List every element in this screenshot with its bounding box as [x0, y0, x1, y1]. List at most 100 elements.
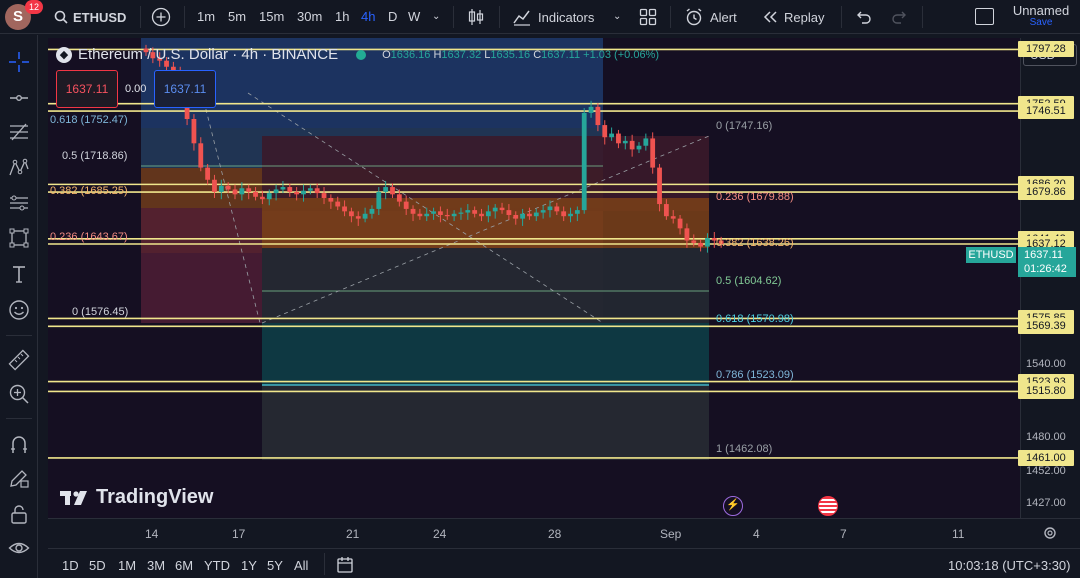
lightning-event-icon[interactable]: ⚡ — [723, 496, 743, 516]
divider — [670, 6, 671, 28]
replay-button[interactable]: Replay — [762, 7, 824, 27]
fib-left-label-05: 0.5 (1718.86) — [62, 150, 128, 162]
range-3m[interactable]: 3M — [147, 558, 165, 573]
range-5d[interactable]: 5D — [89, 558, 106, 573]
fib-left-label-0: 0 (1576.45) — [72, 306, 129, 318]
add-symbol-button[interactable] — [151, 7, 171, 27]
fib-right-label-0618: 0.618 (1570.98) — [716, 313, 794, 325]
symbol-label: ETHUSD — [73, 9, 127, 25]
calendar-icon — [337, 557, 353, 573]
chart-type-button[interactable] — [466, 7, 486, 27]
candle-body — [479, 213, 484, 217]
range-5y[interactable]: 5Y — [267, 558, 283, 573]
emoji-tool[interactable] — [6, 297, 32, 323]
layout-name-button[interactable]: Unnamed Save — [1006, 3, 1076, 28]
text-tool[interactable] — [6, 261, 32, 287]
pattern-tool[interactable] — [6, 155, 32, 181]
chart-settings-button[interactable] — [1042, 525, 1058, 541]
candle-body — [424, 213, 430, 217]
interval-1m[interactable]: 1m — [197, 7, 215, 27]
candle-body — [547, 206, 553, 211]
candle-body — [383, 187, 389, 192]
fib-left-label-0236: 0.236 (1643.67) — [50, 231, 128, 243]
interval-w[interactable]: W — [408, 7, 420, 27]
lock-tool[interactable] — [6, 501, 32, 527]
trend-line-tool[interactable] — [6, 85, 32, 111]
plus-circle-icon — [151, 7, 171, 27]
interval-5m[interactable]: 5m — [228, 7, 246, 27]
redo-button[interactable] — [891, 8, 909, 26]
candle-body — [205, 167, 211, 180]
divider — [184, 6, 185, 28]
c-label: C — [533, 48, 542, 61]
candle-body — [225, 185, 231, 190]
magnet-tool[interactable] — [6, 431, 32, 457]
tradingview-logo-icon — [60, 490, 87, 505]
market-status-icon — [356, 49, 367, 60]
ohlc-values: O1636.16 H1637.32 L1635.16 C1637.11 +1.0… — [382, 49, 659, 61]
candle-body — [410, 208, 416, 214]
o-label: O — [382, 48, 391, 61]
shapes-tool[interactable] — [6, 225, 32, 251]
range-6m[interactable]: 6M — [175, 558, 193, 573]
visibility-tool[interactable] — [6, 535, 32, 561]
candle-body — [581, 112, 587, 211]
fib-right-zone-teal — [262, 323, 709, 385]
fullscreen-button[interactable] — [975, 8, 994, 25]
chart-pane[interactable]: ◆ Ethereum / U.S. Dollar · 4h · BINANCE … — [48, 38, 1020, 518]
alert-button[interactable]: Alert — [684, 7, 737, 27]
candle-body — [444, 214, 450, 217]
buy-button[interactable]: 1637.11 — [154, 70, 216, 108]
save-label: Save — [1029, 17, 1053, 28]
interval-4h[interactable]: 4h — [361, 7, 375, 27]
chart-canvas[interactable] — [48, 38, 1020, 518]
fib-tool[interactable] — [6, 119, 32, 145]
symbol-search[interactable]: ETHUSD — [54, 7, 126, 27]
candle-body — [513, 214, 519, 219]
indicators-button[interactable]: Indicators — [512, 7, 594, 27]
candle-body — [643, 138, 649, 146]
measure-tool[interactable] — [6, 347, 32, 373]
buy-price: 1637.11 — [163, 82, 207, 96]
interval-dropdown-chevron-icon[interactable]: ⌄ — [432, 7, 440, 27]
range-1y[interactable]: 1Y — [241, 558, 257, 573]
candle-body — [266, 193, 272, 200]
current-price: 1637.11 — [1024, 249, 1063, 261]
interval-15m[interactable]: 15m — [259, 7, 284, 27]
candle-body — [636, 145, 642, 150]
crosshair-tool[interactable] — [6, 49, 32, 75]
candle-body — [472, 210, 478, 214]
range-ytd[interactable]: YTD — [204, 558, 230, 573]
crosshair-icon — [9, 52, 29, 72]
sell-button[interactable]: 1637.11 — [56, 70, 118, 108]
range-1d[interactable]: 1D — [62, 558, 79, 573]
range-all[interactable]: All — [294, 558, 308, 573]
fib-right-zone-orange — [262, 198, 709, 248]
x-axis-label: 28 — [548, 527, 562, 541]
candle-body — [554, 206, 560, 212]
interval-30m[interactable]: 30m — [297, 7, 322, 27]
interval-d[interactable]: D — [388, 7, 397, 27]
candle-body — [698, 242, 704, 247]
candle-body — [191, 119, 197, 144]
projection-tool[interactable] — [6, 190, 32, 216]
pattern-icon — [9, 158, 29, 176]
us-flag-event-icon[interactable] — [818, 496, 838, 516]
zoom-in-icon — [9, 384, 29, 404]
ethereum-icon: ◆ — [56, 46, 72, 63]
range-1m[interactable]: 1M — [118, 558, 136, 573]
candle-body — [595, 106, 601, 126]
goto-date-button[interactable] — [336, 556, 354, 574]
zoom-tool[interactable] — [6, 381, 32, 407]
fib-left-label-0382: 0.382 (1685.25) — [50, 185, 128, 197]
lock-drawings-tool[interactable] — [6, 465, 32, 491]
fib-right-label-05: 0.5 (1604.62) — [716, 275, 782, 287]
symbol-price-label: ETHUSD — [966, 247, 1016, 263]
layouts-button[interactable] — [639, 8, 657, 26]
clock-timezone[interactable]: 10:03:18 (UTC+3:30) — [948, 558, 1070, 573]
time-axis[interactable]: 14 17 21 24 28 Sep 4 7 11 — [48, 518, 1080, 548]
interval-1h[interactable]: 1h — [335, 7, 349, 27]
redo-icon — [892, 11, 906, 24]
indicators-dropdown-chevron-icon[interactable]: ⌄ — [613, 7, 621, 27]
undo-button[interactable] — [854, 8, 872, 26]
